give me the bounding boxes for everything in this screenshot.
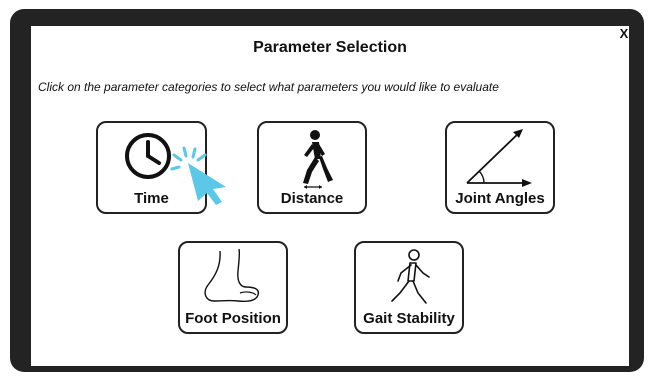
joint-angles-card[interactable]: Joint Angles	[445, 121, 555, 214]
distance-label: Distance	[280, 190, 344, 207]
gait-stability-card[interactable]: Gait Stability	[354, 241, 464, 334]
foot-position-label: Foot Position	[185, 310, 281, 327]
walking-stability-icon	[356, 243, 462, 309]
time-card[interactable]: Time	[96, 121, 207, 214]
clock-icon	[98, 123, 205, 189]
time-label: Time	[134, 190, 169, 207]
foot-icon	[180, 243, 286, 309]
walking-person-icon	[259, 123, 365, 189]
dialog-title: Parameter Selection	[253, 39, 407, 56]
foot-position-card[interactable]: Foot Position	[178, 241, 288, 334]
joint-angles-label: Joint Angles	[455, 190, 545, 207]
angle-icon	[447, 123, 553, 189]
gait-stability-label: Gait Stability	[363, 310, 455, 327]
distance-card[interactable]: Distance	[257, 121, 367, 214]
instruction-text: Click on the parameter categories to sel…	[38, 80, 499, 94]
